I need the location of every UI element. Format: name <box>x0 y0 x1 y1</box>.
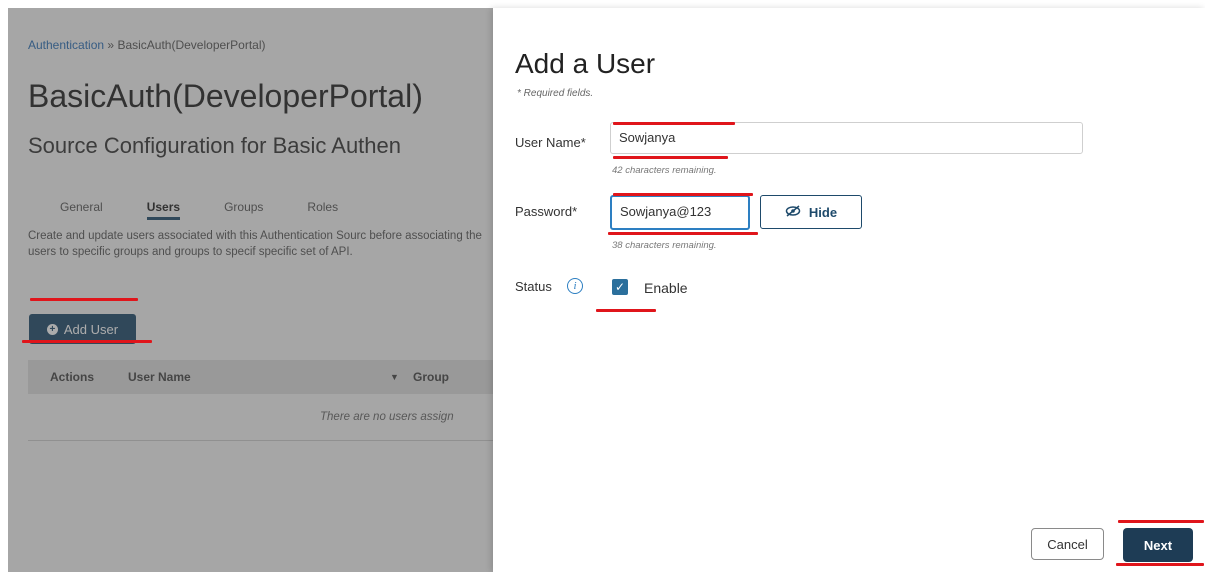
add-user-modal: Add a User * Required fields. User Name*… <box>493 8 1205 572</box>
annotation-mark <box>596 309 656 312</box>
required-fields-note: * Required fields. <box>517 88 594 99</box>
annotation-mark <box>608 232 758 235</box>
hide-button-label: Hide <box>808 204 838 220</box>
username-hint: 42 characters remaining. <box>612 165 717 176</box>
status-label: Status <box>515 279 552 294</box>
checkmark-icon: ✓ <box>614 280 626 294</box>
password-input[interactable]: Sowjanya@123 <box>610 195 750 230</box>
annotation-mark <box>1116 563 1204 566</box>
annotation-mark <box>613 122 735 125</box>
annotation-mark <box>1118 520 1204 523</box>
next-button[interactable]: Next <box>1123 528 1193 562</box>
annotation-mark <box>30 298 138 301</box>
username-label: User Name* <box>515 135 586 150</box>
enable-label[interactable]: Enable <box>644 280 688 296</box>
username-input[interactable]: Sowjanya <box>610 122 1083 154</box>
password-hint: 38 characters remaining. <box>612 240 717 251</box>
annotation-mark <box>613 193 753 196</box>
annotation-mark <box>613 156 728 159</box>
info-icon[interactable]: i <box>567 278 583 294</box>
annotation-mark <box>22 340 152 343</box>
hide-password-button[interactable]: Hide <box>760 195 862 229</box>
modal-title: Add a User <box>515 48 656 79</box>
cancel-button[interactable]: Cancel <box>1031 528 1104 560</box>
enable-checkbox[interactable]: ✓ <box>612 279 628 295</box>
password-label: Password* <box>515 204 578 219</box>
eye-slash-icon <box>785 204 801 220</box>
